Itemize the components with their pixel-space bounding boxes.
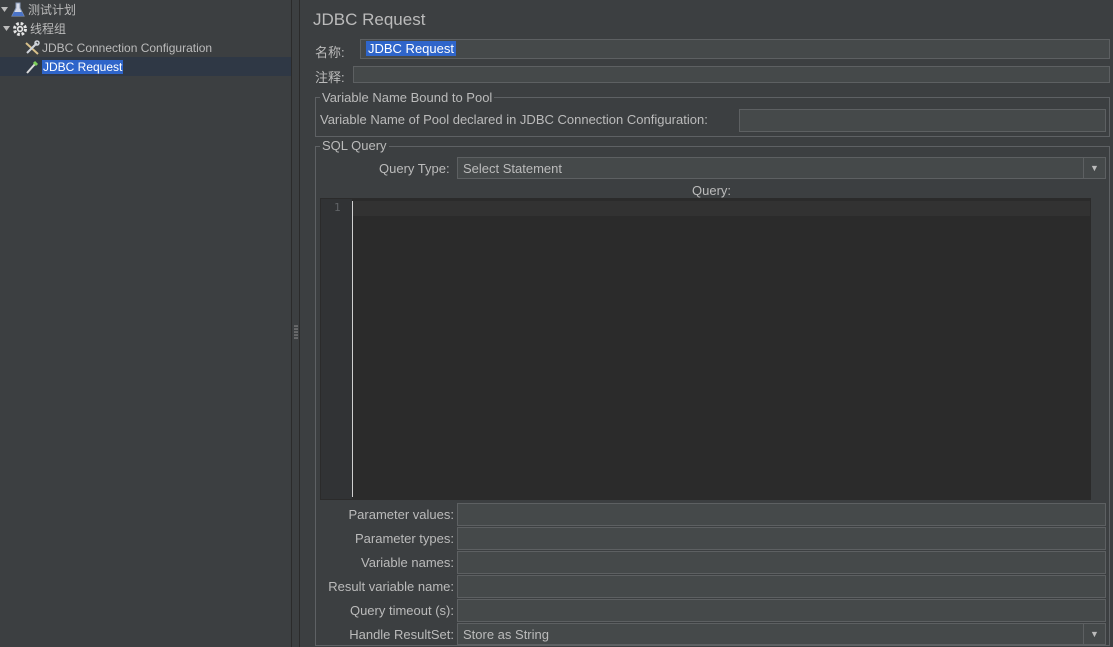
param-types-field[interactable] [457, 527, 1106, 550]
query-editor[interactable]: 1 [320, 198, 1091, 500]
page-title: JDBC Request [313, 10, 426, 29]
variable-names-label: Variable names: [361, 555, 454, 570]
sql-query-group-title: SQL Query [320, 138, 389, 153]
tree-item-jdbc-connection[interactable]: JDBC Connection Configuration [24, 38, 212, 57]
jdbc-request-panel: JDBC Request 名称: JDBC Request 注释: Variab… [300, 0, 1113, 647]
comment-field[interactable] [353, 66, 1110, 83]
current-line-highlight [353, 201, 1090, 216]
param-types-label: Parameter types: [355, 531, 454, 546]
query-type-label: Query Type: [379, 161, 450, 176]
pool-name-label: Variable Name of Pool declared in JDBC C… [320, 112, 708, 127]
handle-resultset-value: Store as String [463, 626, 549, 642]
dropdown-arrow-icon[interactable]: ▼ [1083, 624, 1105, 644]
name-label: 名称: [315, 45, 345, 60]
query-type-value: Select Statement [463, 160, 562, 176]
tree-item-thread-group[interactable]: 线程组 [2, 19, 66, 38]
panel-splitter[interactable] [291, 0, 300, 647]
result-variable-label: Result variable name: [328, 579, 454, 594]
tree-item-label: 测试计划 [28, 3, 77, 17]
pool-group-title: Variable Name Bound to Pool [320, 90, 495, 105]
result-variable-field[interactable] [457, 575, 1106, 598]
handle-resultset-label: Handle ResultSet: [349, 627, 454, 642]
text-caret [352, 201, 353, 497]
pool-name-field[interactable] [739, 109, 1106, 132]
collapse-arrow-icon[interactable] [0, 5, 9, 14]
name-field-value: JDBC Request [366, 41, 456, 56]
param-values-field[interactable] [457, 503, 1106, 526]
query-label: Query: [692, 183, 732, 198]
collapse-arrow-icon[interactable] [2, 24, 11, 33]
line-number: 1 [334, 201, 341, 214]
dropdown-arrow-icon[interactable]: ▼ [1083, 158, 1105, 178]
gear-icon [12, 21, 28, 37]
tree-item-label: JDBC Connection Configuration [42, 40, 213, 55]
name-field[interactable]: JDBC Request [360, 39, 1110, 59]
jmeter-window: 测试计划 线程组 JDBC Connection Configuration J… [0, 0, 1113, 647]
handle-resultset-select[interactable]: Store as String ▼ [457, 623, 1106, 645]
drag-handle-icon[interactable] [294, 325, 298, 339]
pipette-icon [24, 59, 40, 75]
wrench-icon [24, 39, 40, 56]
variable-names-field[interactable] [457, 551, 1106, 574]
line-number-gutter: 1 [321, 199, 352, 499]
tree-item-jdbc-request[interactable]: JDBC Request [0, 57, 291, 76]
comment-label: 注释: [315, 70, 345, 85]
test-plan-tree: 测试计划 线程组 JDBC Connection Configuration J… [0, 0, 291, 647]
param-values-label: Parameter values: [348, 507, 455, 522]
query-timeout-field[interactable] [457, 599, 1106, 622]
tree-item-test-plan[interactable]: 测试计划 [0, 0, 76, 19]
tree-item-label: JDBC Request [42, 59, 124, 74]
query-type-select[interactable]: Select Statement ▼ [457, 157, 1106, 179]
query-timeout-label: Query timeout (s): [349, 603, 454, 618]
tree-item-label: 线程组 [30, 22, 67, 36]
flask-icon [10, 2, 26, 18]
